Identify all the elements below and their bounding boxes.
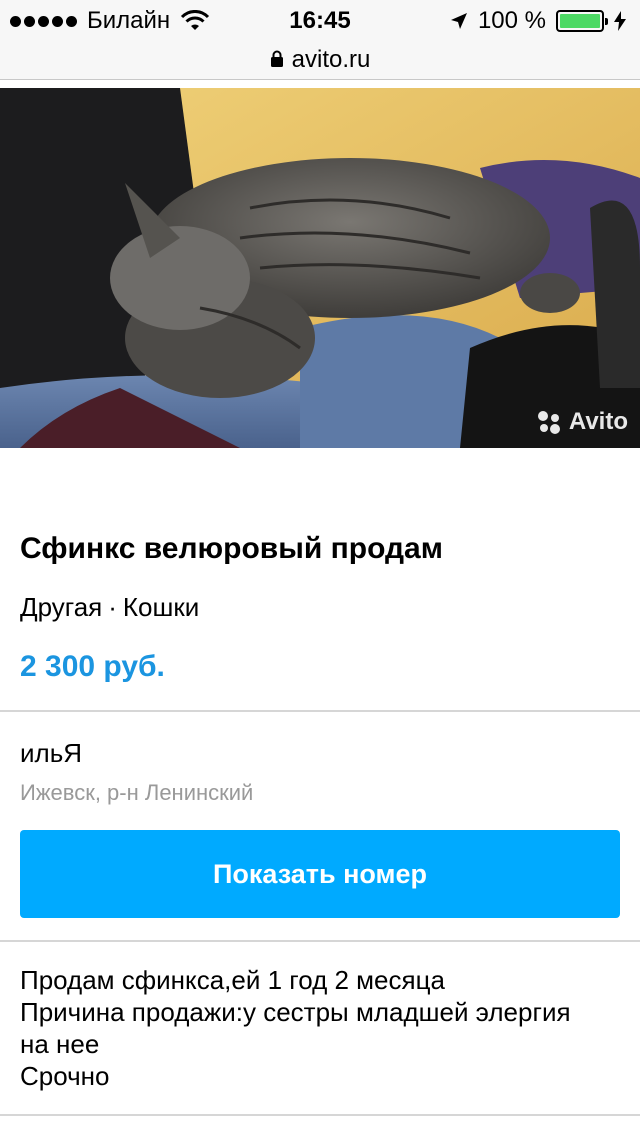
show-number-button[interactable]: Показать номер	[20, 830, 620, 918]
watermark-text: Avito	[568, 408, 628, 435]
status-bar: Билайн 16:45 100 %	[0, 0, 640, 40]
description-line: Причина продажи:у сестры младшей элергия	[20, 997, 571, 1027]
url-text: avito.ru	[291, 45, 371, 73]
seller-name: ильЯ	[20, 738, 83, 768]
battery-icon	[556, 10, 608, 32]
listing-title: Сфинкс велюровый продам	[20, 532, 443, 565]
cat-photo-image	[0, 88, 640, 448]
listing-photo[interactable]: Avito	[0, 88, 640, 448]
charging-bolt-icon	[614, 11, 626, 31]
lock-icon	[270, 50, 283, 67]
address-bar[interactable]: avito.ru	[0, 40, 640, 80]
breed-link[interactable]: Другая	[20, 592, 102, 622]
battery-percent: 100 %	[477, 7, 546, 34]
location-arrow-icon	[450, 13, 467, 29]
description-line: Продам сфинкса,ей 1 год 2 месяца	[20, 965, 445, 995]
category-link[interactable]: Кошки	[123, 592, 199, 622]
listing-description: Продам сфинкса,ей 1 год 2 месяца Причина…	[20, 964, 620, 1092]
status-right: 100 %	[450, 7, 626, 35]
divider	[0, 710, 640, 712]
description-line: Срочно	[20, 1061, 110, 1091]
category-separator: ·	[108, 592, 117, 622]
listing-category: Другая · Кошки	[20, 592, 199, 623]
divider	[0, 940, 640, 942]
description-line: на нее	[20, 1029, 100, 1059]
avito-logo-icon	[537, 411, 560, 434]
avito-watermark: Avito	[535, 408, 628, 436]
divider	[0, 1114, 640, 1116]
listing-price: 2 300 руб.	[20, 650, 165, 683]
seller-location: Ижевск, р-н Ленинский	[20, 780, 254, 805]
